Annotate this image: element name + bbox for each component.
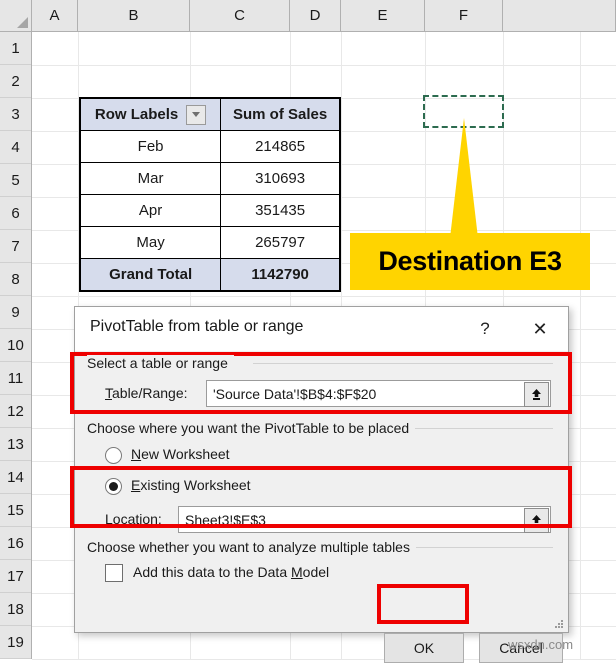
row-header-12[interactable]: 12	[0, 395, 31, 428]
row-header-1[interactable]: 1	[0, 32, 31, 65]
highlight-ok-button	[377, 584, 469, 624]
pivot-row-label: Apr	[79, 194, 222, 227]
pivot-row-value: 310693	[220, 162, 340, 195]
close-button[interactable]: ✕	[525, 315, 555, 343]
row-header-8[interactable]: 8	[0, 263, 31, 296]
pivot-data-row: Mar 310693	[79, 162, 340, 195]
radio-new-worksheet[interactable]	[105, 447, 122, 464]
dialog-title-bar: PivotTable from table or range ? ✕	[75, 307, 568, 351]
highlight-existing-worksheet	[70, 466, 572, 528]
select-all-triangle-icon	[17, 17, 28, 28]
destination-callout-banner: Destination E3	[350, 233, 590, 290]
pivot-row-value: 351435	[220, 194, 340, 227]
row-header-10[interactable]: 10	[0, 329, 31, 362]
pivot-grand-total-label: Grand Total	[79, 258, 222, 291]
row-header-6[interactable]: 6	[0, 197, 31, 230]
column-header-b[interactable]: B	[78, 0, 190, 31]
destination-callout-text: Destination E3	[378, 246, 562, 276]
data-model-checkbox-label[interactable]: Add this data to the Data Model	[133, 564, 329, 580]
help-button[interactable]: ?	[470, 315, 500, 343]
pivot-header-label: Row Labels	[94, 106, 179, 123]
pivot-grand-total-value: 1142790	[220, 258, 340, 291]
row-header-2[interactable]: 2	[0, 65, 31, 98]
pivot-header-row-labels: Row Labels	[79, 98, 222, 131]
callout-arrow-icon	[450, 118, 478, 238]
gridline-vertical	[580, 32, 581, 659]
row-header-17[interactable]: 17	[0, 560, 31, 593]
gridline-horizontal	[32, 65, 616, 66]
radio-new-worksheet-label[interactable]: New Worksheet	[131, 446, 230, 462]
column-header-c[interactable]: C	[190, 0, 290, 31]
legend-rule-1	[253, 363, 553, 364]
pivot-header-sum-of-sales: Sum of Sales	[220, 98, 340, 131]
pivot-row-label: Mar	[79, 162, 222, 195]
legend-rule-2	[413, 428, 553, 429]
row-header-18[interactable]: 18	[0, 593, 31, 626]
pivot-grand-total-row: Grand Total 1142790	[79, 258, 340, 291]
legend-rule-3	[405, 547, 553, 548]
analyze-tables-legend: Choose whether you want to analyze multi…	[87, 539, 416, 555]
pivot-data-row: Apr 351435	[79, 194, 340, 227]
pivot-data-row: Feb 214865	[79, 130, 340, 163]
select-range-legend: Select a table or range	[87, 355, 234, 371]
pivot-table: Row Labels Sum of Sales Feb 214865 Mar 310693…	[79, 97, 341, 292]
pivot-data-row: May 265797	[79, 226, 340, 259]
column-header-a[interactable]: A	[32, 0, 78, 31]
row-header-5[interactable]: 5	[0, 164, 31, 197]
row-header-19[interactable]: 19	[0, 626, 31, 659]
gridline-horizontal	[32, 296, 616, 297]
row-labels-filter-button[interactable]	[186, 104, 207, 125]
pivot-row-value: 265797	[220, 226, 340, 259]
row-header-14[interactable]: 14	[0, 461, 31, 494]
select-all-corner[interactable]	[0, 0, 32, 32]
pivot-row-label: May	[79, 226, 222, 259]
row-header-11[interactable]: 11	[0, 362, 31, 395]
dialog-title: PivotTable from table or range	[90, 318, 304, 335]
column-header-partial[interactable]	[580, 0, 616, 31]
row-header-15[interactable]: 15	[0, 494, 31, 527]
row-header-13[interactable]: 13	[0, 428, 31, 461]
placement-legend: Choose where you want the PivotTable to …	[87, 420, 416, 436]
data-model-checkbox[interactable]	[105, 564, 123, 582]
row-header-9[interactable]: 9	[0, 296, 31, 329]
chevron-down-icon	[192, 112, 201, 117]
row-header-3[interactable]: 3	[0, 98, 31, 131]
column-header-d[interactable]: D	[290, 0, 341, 31]
resize-grip-icon[interactable]	[554, 619, 564, 629]
row-header-7[interactable]: 7	[0, 230, 31, 263]
pivot-header-row: Row Labels Sum of Sales	[79, 98, 340, 131]
pivot-row-label: Feb	[79, 130, 222, 163]
watermark: wsxdn.com	[508, 637, 574, 652]
column-header-e[interactable]: E	[341, 0, 425, 31]
column-header-f[interactable]: F	[425, 0, 503, 31]
pivot-row-value: 214865	[220, 130, 340, 163]
row-header-16[interactable]: 16	[0, 527, 31, 560]
row-header-4[interactable]: 4	[0, 131, 31, 164]
